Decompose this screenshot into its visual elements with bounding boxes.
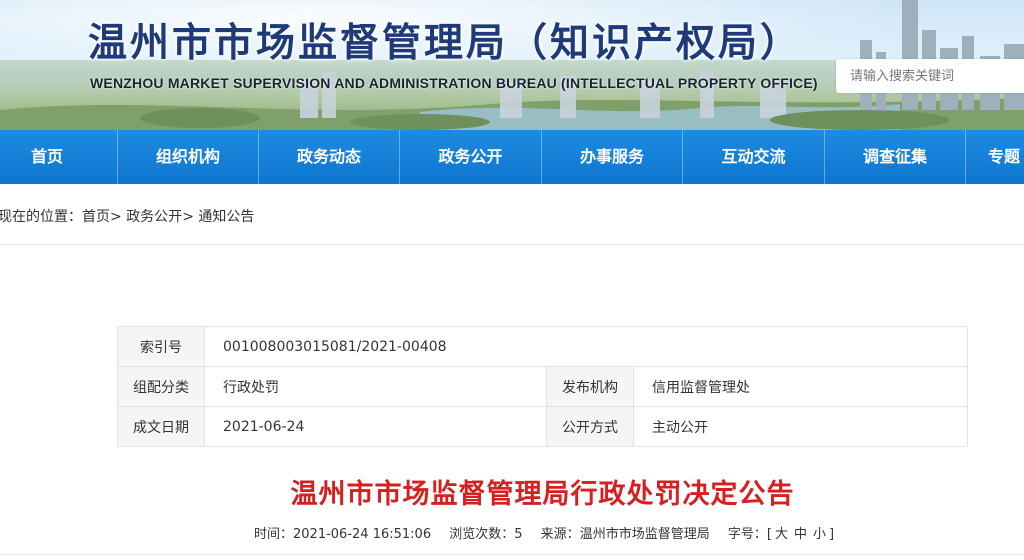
source-value: 温州市市场监督管理局: [579, 527, 710, 542]
open-method-value: 主动公开: [633, 406, 968, 447]
table-row: 组配分类 行政处罚 发布机构 信用监督管理处: [117, 366, 968, 407]
nav-item-organization[interactable]: 组织机构: [118, 130, 258, 184]
header-banner: 温州市市场监督管理局（知识产权局） WENZHOU MARKET SUPERVI…: [0, 0, 1024, 130]
nav-item-topics[interactable]: 专题: [988, 130, 1024, 184]
corner-text: 中国温: [980, 16, 1013, 29]
nav-item-interaction[interactable]: 互动交流: [683, 130, 824, 184]
category-value: 行政处罚: [204, 366, 547, 407]
index-label: 索引号: [117, 326, 205, 367]
breadcrumb-link-notices[interactable]: 通知公告: [198, 209, 254, 225]
time-value: 2021-06-24 16:51:06: [293, 527, 432, 542]
font-size-large[interactable]: 大: [775, 527, 788, 542]
index-value: 001008003015081/2021-00408: [204, 326, 968, 367]
publisher-label: 发布机构: [546, 366, 634, 407]
bracket-open: [: [766, 527, 772, 542]
nav-item-survey[interactable]: 调查征集: [825, 130, 965, 184]
publisher-value: 信用监督管理处: [633, 366, 968, 407]
date-value: 2021-06-24: [204, 406, 547, 447]
publish-time: 时间：2021-06-24 16:51:06: [254, 527, 431, 542]
nav-item-services[interactable]: 办事服务: [542, 130, 682, 184]
nav-item-home[interactable]: 首页: [0, 130, 94, 184]
divider: [0, 554, 1024, 555]
breadcrumb-link-home[interactable]: 首页: [82, 209, 110, 225]
main-nav: 首页 组织机构 政务动态 政务公开 办事服务 互动交流 调查征集 专题: [0, 130, 1024, 184]
document-meta: 时间：2021-06-24 16:51:06 浏览次数：5 来源：温州市市场监督…: [254, 523, 848, 542]
view-count: 浏览次数：5: [449, 527, 522, 542]
nav-item-news[interactable]: 政务动态: [259, 130, 399, 184]
table-row: 成文日期 2021-06-24 公开方式 主动公开: [117, 406, 968, 447]
search-box: [836, 59, 1024, 93]
site-subtitle: WENZHOU MARKET SUPERVISION AND ADMINISTR…: [90, 75, 818, 91]
date-label: 成文日期: [117, 406, 205, 447]
breadcrumb-separator: >: [110, 209, 122, 225]
table-row: 索引号 001008003015081/2021-00408: [117, 326, 968, 367]
breadcrumb-prefix: 现在的位置：: [0, 209, 82, 225]
breadcrumb: 现在的位置：首页> 政务公开> 通知公告: [0, 206, 254, 226]
nav-item-disclosure[interactable]: 政务公开: [400, 130, 541, 184]
breadcrumb-link-disclosure[interactable]: 政务公开: [126, 209, 182, 225]
time-label: 时间：: [254, 527, 294, 542]
source-label: 来源：: [540, 527, 580, 542]
divider: [0, 244, 1024, 245]
open-method-label: 公开方式: [546, 406, 634, 447]
views-value: 5: [514, 527, 523, 542]
site-title: 温州市市场监督管理局（知识产权局）: [88, 20, 803, 66]
search-input[interactable]: [836, 59, 1020, 93]
source: 来源：温州市市场监督管理局: [541, 527, 710, 542]
font-size-switcher: 字号：[大中小]: [728, 527, 834, 542]
document-title: 温州市市场监督管理局行政处罚决定公告: [290, 479, 795, 510]
nav-separator: [965, 130, 966, 184]
bracket-close: ]: [828, 527, 835, 542]
info-table: 索引号 001008003015081/2021-00408 组配分类 行政处罚…: [117, 326, 968, 447]
font-size-small[interactable]: 小: [813, 527, 826, 542]
font-size-label: 字号：: [727, 527, 767, 542]
views-label: 浏览次数：: [449, 527, 515, 542]
font-size-medium[interactable]: 中: [794, 527, 807, 542]
breadcrumb-separator: >: [182, 209, 194, 225]
category-label: 组配分类: [117, 366, 205, 407]
